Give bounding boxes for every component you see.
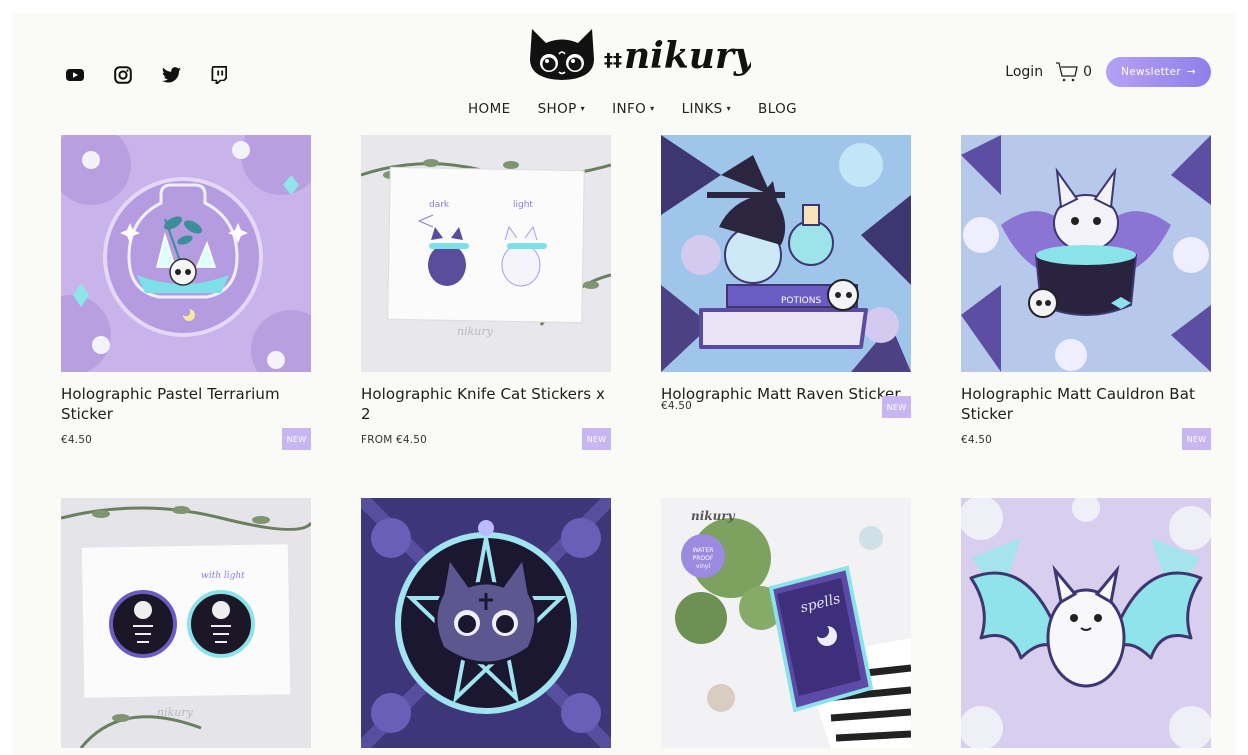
product-title[interactable]: Holographic Matt Raven Sticker (661, 384, 911, 404)
product-card[interactable] (361, 498, 611, 748)
brand-logo[interactable]: ‡‡ nikury (526, 23, 757, 87)
product-title[interactable]: Holographic Pastel Terrarium Sticker (61, 384, 311, 424)
twitter-icon[interactable] (161, 65, 181, 85)
product-card[interactable]: dark light nikury Holographic Knife Cat … (361, 135, 611, 452)
new-badge: NEW (282, 428, 311, 450)
svg-text:vinyl: vinyl (696, 563, 711, 570)
product-image[interactable] (361, 498, 611, 748)
cart-icon (1056, 62, 1078, 82)
svg-text:POTIONS: POTIONS (781, 296, 821, 306)
youtube-icon[interactable] (65, 65, 85, 85)
product-title[interactable]: Holographic Matt Cauldron Bat Sticker (961, 384, 1211, 424)
new-badge: NEW (582, 428, 611, 450)
cart-button[interactable]: 0 (1055, 62, 1092, 82)
login-link[interactable]: Login (1005, 64, 1043, 80)
nav-blog[interactable]: BLOG (758, 101, 797, 117)
caret-down-icon: ▾ (650, 104, 655, 113)
page: ‡‡ nikury HOME SHOP ▾ INFO ▾ LINKS ▾ BLOG L… (13, 13, 1235, 755)
arrow-right-icon: → (1186, 66, 1196, 78)
social-links (65, 65, 229, 85)
account-area: Login 0 Newsletter → (1005, 57, 1211, 87)
product-price: €4.50 (961, 434, 993, 446)
svg-text:nikury: nikury (157, 706, 194, 719)
caret-down-icon: ▾ (726, 104, 732, 113)
main-nav: HOME SHOP ▾ INFO ▾ LINKS ▾ BLOG (468, 101, 797, 117)
product-image[interactable] (961, 498, 1211, 748)
product-card[interactable]: WATER PROOF vinyl nikury spells (661, 498, 911, 748)
svg-text:nikury: nikury (457, 325, 494, 338)
twitch-icon[interactable] (209, 65, 229, 85)
nav-home[interactable]: HOME (468, 101, 511, 117)
svg-text:nikury: nikury (691, 509, 736, 523)
nav-links[interactable]: LINKS ▾ (682, 101, 731, 117)
product-image[interactable] (961, 135, 1211, 372)
product-image[interactable]: dark light nikury (361, 135, 611, 372)
product-image[interactable]: WATER PROOF vinyl nikury spells (661, 498, 911, 748)
svg-text:‡‡: ‡‡ (604, 50, 622, 71)
product-image[interactable]: POTIONS (661, 135, 911, 372)
product-card[interactable] (961, 498, 1211, 748)
svg-text:with light: with light (201, 571, 245, 581)
svg-text:WATER: WATER (693, 547, 714, 554)
product-price: FROM €4.50 (361, 434, 428, 446)
product-image[interactable]: with light nikury (61, 498, 311, 748)
product-card[interactable]: with light nikury (61, 498, 311, 748)
svg-text:light: light (513, 200, 533, 210)
svg-text:PROOF: PROOF (693, 555, 714, 562)
product-title[interactable]: Holographic Knife Cat Stickers x 2 (361, 384, 611, 424)
product-image[interactable] (61, 135, 311, 372)
instagram-icon[interactable] (113, 65, 133, 85)
product-card[interactable]: Holographic Pastel Terrarium Sticker €4.… (61, 135, 311, 452)
product-card[interactable]: Holographic Matt Cauldron Bat Sticker €4… (961, 135, 1211, 452)
newsletter-button[interactable]: Newsletter → (1106, 57, 1211, 87)
product-card[interactable]: POTIONS Holographic Matt Raven Sticker €… (661, 135, 911, 432)
cart-count: 0 (1083, 64, 1092, 80)
new-badge: NEW (1182, 428, 1211, 450)
caret-down-icon: ▾ (580, 104, 586, 113)
product-price: €4.50 (61, 434, 93, 446)
product-price: €4.50 (661, 400, 693, 412)
svg-text:dark: dark (429, 200, 450, 210)
new-badge: NEW (882, 396, 911, 418)
logo-text: nikury (624, 35, 751, 77)
nav-shop[interactable]: SHOP ▾ (538, 101, 586, 117)
nav-info[interactable]: INFO ▾ (612, 101, 655, 117)
